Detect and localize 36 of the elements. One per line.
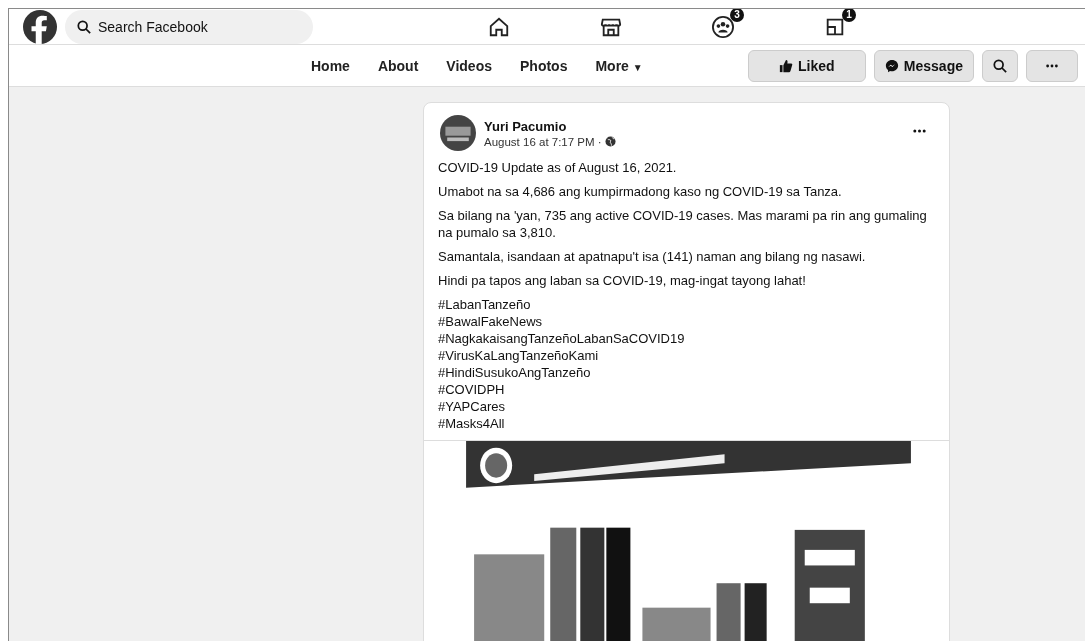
nav-tab[interactable]: About [377,57,419,74]
home-icon[interactable] [488,15,510,38]
post-text: Samantala, isandaan at apatnapu't isa (141) naman ang bilang ng nasawi. [438,248,867,265]
thumbs-up-icon [779,58,794,73]
message-button[interactable]: Message [873,49,974,82]
author-name[interactable]: Yuri Pacumio [484,118,904,134]
avatar-icon[interactable] [440,115,476,151]
hashtag-link[interactable]: #COVIDPH [438,381,939,398]
hashtag-link[interactable]: #Masks4All [438,415,939,432]
messenger-icon [884,58,899,73]
search-icon [993,58,1007,73]
more-options-icon[interactable] [912,129,927,133]
nav-tab[interactable]: Home [311,57,350,74]
notification-badge: 1 [842,9,856,22]
more-tab[interactable]: More ▼ [595,57,643,74]
hashtag-link[interactable]: #BawalFakeNews [438,313,939,330]
search-icon [77,19,91,34]
nav-tab[interactable]: Photos [520,57,568,74]
liked-button[interactable]: Liked [747,49,866,82]
hashtag-link[interactable]: #NagkakaisangTanzeñoLabanSaCOVID19 [438,330,939,347]
post-text: COVID-19 Update as of August 16, 2021. [438,159,678,176]
post-text: Umabot na sa 4,686 ang kumpirmadong kaso ng COVID-19 sa Tanza. [438,183,843,200]
more-options-icon [1045,63,1059,68]
search-button[interactable] [982,49,1018,82]
search-field[interactable]: Search Facebook [65,9,313,44]
post-time[interactable]: August 16 at 7:17 PM · [484,135,602,148]
nav-tab[interactable]: Videos [446,57,492,74]
globe-icon [604,136,616,147]
post-text: Sa bilang na 'yan, 735 ang active COVID-19 cases. Mas marami pa rin ang gumaling na pumalo sa 3,810. [438,207,928,241]
hashtag-link[interactable]: #LabanTanzeño [438,296,939,313]
hashtag-link[interactable]: #YAPCares [438,398,939,415]
facebook-logo-icon[interactable] [23,9,57,44]
post-text: Hindi pa tapos ang laban sa COVID-19, mag-ingat tayong lahat! [438,272,807,289]
notification-badge: 3 [730,9,744,22]
hashtag-link[interactable]: #HindiSusukoAngTanzeño [438,364,939,381]
hashtag-link[interactable]: #VirusKaLangTanzeñoKami [438,347,939,364]
